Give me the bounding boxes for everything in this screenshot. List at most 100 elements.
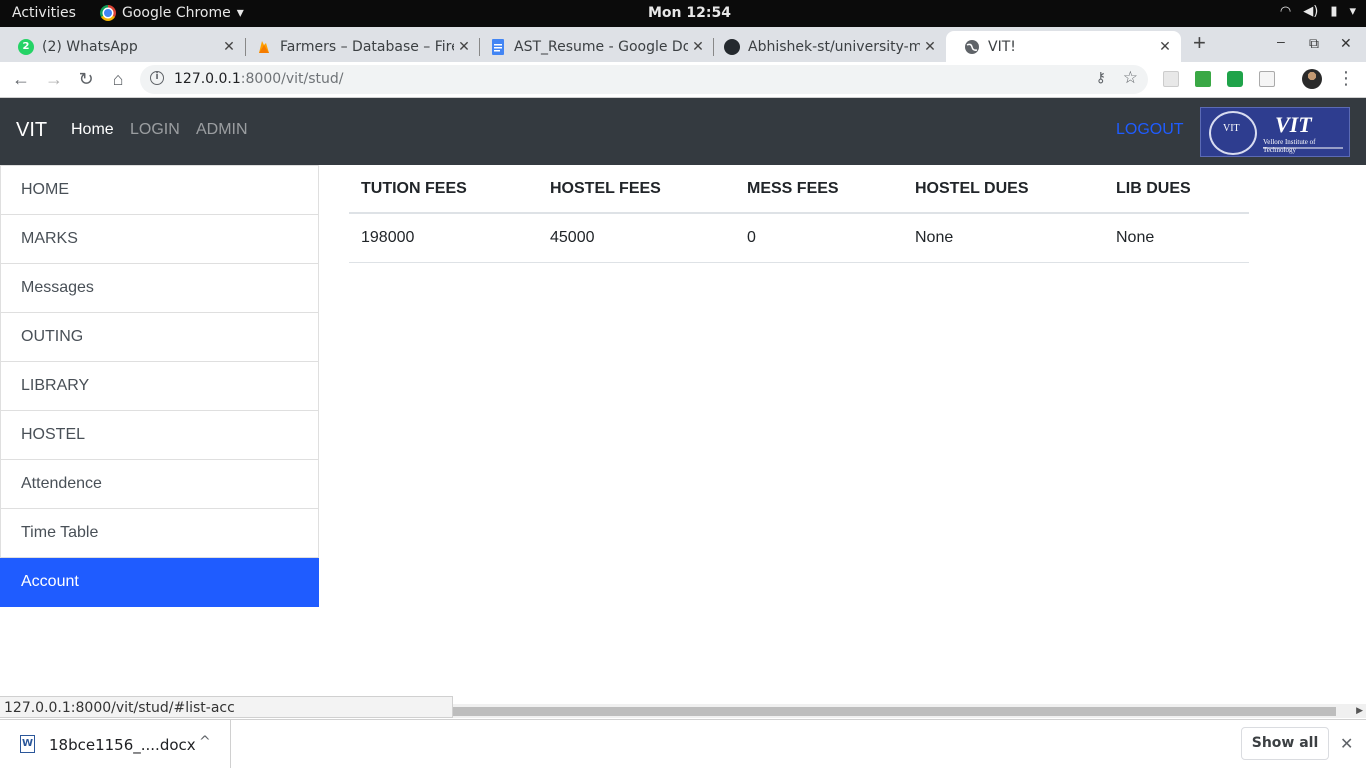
nav-admin[interactable]: ADMIN — [196, 121, 248, 139]
site-brand[interactable]: VIT — [16, 119, 47, 142]
tab-google-docs[interactable]: AST_Resume - Google Do ✕ — [472, 31, 714, 62]
tab-vit[interactable]: VIT! ✕ — [946, 31, 1181, 62]
google-docs-icon — [490, 38, 506, 55]
os-top-bar: Activities Google Chrome ▾ Mon 12:54 ◠ ◀… — [0, 0, 1366, 27]
sidebar-item-library[interactable]: LIBRARY — [0, 362, 319, 411]
logo-rule — [1263, 147, 1343, 149]
scrollbar-thumb[interactable] — [453, 707, 1336, 716]
close-icon[interactable]: ✕ — [219, 39, 239, 55]
tab-strip: 2 (2) WhatsApp ✕ Farmers – Database – Fi… — [0, 27, 1366, 62]
clock[interactable]: Mon 12:54 — [648, 5, 731, 21]
chrome-icon — [100, 5, 116, 21]
tab-title: Farmers – Database – Fire — [280, 38, 454, 55]
vit-logo: VIT Vellore Institute of Technology — [1200, 107, 1350, 157]
col-mess-fees: MESS FEES — [735, 165, 903, 214]
show-all-button[interactable]: Show all — [1241, 727, 1329, 760]
sidebar-item-messages[interactable]: Messages — [0, 264, 319, 313]
close-icon[interactable]: ✕ — [920, 39, 940, 55]
link-status-bubble: 127.0.0.1:8000/vit/stud/#list-acc — [0, 696, 453, 718]
download-item[interactable]: W 18bce1156_....docx ^ — [0, 720, 231, 768]
close-icon[interactable]: ✕ — [454, 39, 474, 55]
logo-subtext: Vellore Institute of Technology — [1263, 138, 1316, 154]
sidebar-item-attendence[interactable]: Attendence — [0, 460, 319, 509]
tab-github[interactable]: Abhishek-st/university-m ✕ — [706, 31, 946, 62]
cors-extension-icon[interactable] — [1227, 71, 1243, 87]
download-shelf: W 18bce1156_....docx ^ Show all ✕ — [0, 719, 1366, 768]
cell-hostel-fees: 45000 — [538, 213, 735, 263]
col-hostel-dues: HOSTEL DUES — [903, 165, 1104, 214]
col-tution-fees: TUTION FEES — [349, 165, 538, 214]
globe-icon — [964, 39, 980, 55]
restore-icon[interactable]: ⧉ — [1309, 35, 1319, 52]
fees-table: TUTION FEES HOSTEL FEES MESS FEES HOSTEL… — [349, 165, 1249, 263]
volume-icon: ◀) — [1303, 4, 1319, 19]
download-filename: 18bce1156_....docx — [49, 736, 196, 754]
caret-down-icon: ▾ — [236, 5, 244, 21]
extension-icon[interactable] — [1163, 71, 1179, 87]
reload-icon[interactable]: ↻ — [75, 69, 97, 90]
cell-mess-fees: 0 — [735, 213, 903, 263]
url-host: 127.0.0.1 — [174, 71, 241, 87]
back-icon[interactable]: ← — [10, 69, 32, 90]
tab-whatsapp[interactable]: 2 (2) WhatsApp ✕ — [0, 31, 245, 62]
url-path: :8000/vit/stud/ — [240, 71, 344, 87]
scroll-right-icon[interactable]: ▶ — [1356, 705, 1363, 716]
system-tray[interactable]: ◠ ◀) ▮ ▾ — [1280, 4, 1356, 19]
sidebar-item-time-table[interactable]: Time Table — [0, 509, 319, 558]
close-icon[interactable]: ✕ — [1155, 39, 1175, 55]
cell-tution-fees: 198000 — [349, 213, 538, 263]
col-lib-dues: LIB DUES — [1104, 165, 1249, 214]
col-hostel-fees: HOSTEL FEES — [538, 165, 735, 214]
table-row: 198000 45000 0 None None — [349, 213, 1249, 263]
battery-icon: ▮ — [1330, 4, 1338, 19]
chevron-up-icon[interactable]: ^ — [199, 734, 211, 750]
firebase-icon — [256, 39, 272, 55]
address-bar[interactable]: i 127.0.0.1:8000/vit/stud/ ⚷ ☆ — [140, 65, 1148, 94]
word-document-icon: W — [20, 735, 35, 753]
minimize-icon[interactable]: – — [1277, 33, 1285, 49]
close-icon[interactable]: ✕ — [688, 39, 708, 55]
vit-seal-icon — [1209, 111, 1257, 155]
sidebar-item-marks[interactable]: MARKS — [0, 215, 319, 264]
caret-down-icon: ▾ — [1349, 4, 1356, 19]
new-tab-button[interactable]: + — [1193, 30, 1206, 56]
menu-kebab-icon[interactable]: ⋮ — [1337, 68, 1355, 89]
app-menu[interactable]: Google Chrome ▾ — [100, 5, 244, 21]
account-panel: TUTION FEES HOSTEL FEES MESS FEES HOSTEL… — [349, 165, 1249, 263]
browser-toolbar: ← → ↻ ⌂ i 127.0.0.1:8000/vit/stud/ ⚷ ☆ ⋮ — [0, 62, 1366, 98]
table-header-row: TUTION FEES HOSTEL FEES MESS FEES HOSTEL… — [349, 165, 1249, 214]
nav-login[interactable]: LOGIN — [130, 121, 180, 139]
close-icon[interactable]: ✕ — [1340, 734, 1353, 753]
cell-hostel-dues: None — [903, 213, 1104, 263]
whatsapp-icon: 2 — [18, 38, 34, 55]
tab-title: Abhishek-st/university-m — [748, 38, 920, 55]
activities-button[interactable]: Activities — [12, 5, 76, 21]
tab-title: (2) WhatsApp — [42, 38, 138, 55]
window-close-icon[interactable]: ✕ — [1340, 35, 1352, 52]
bookmark-star-icon[interactable]: ☆ — [1123, 68, 1138, 88]
key-icon[interactable]: ⚷ — [1096, 70, 1106, 86]
nav-home[interactable]: Home — [71, 121, 114, 139]
address-url[interactable]: 127.0.0.1:8000/vit/stud/ — [174, 71, 344, 87]
extension-green-icon[interactable] — [1195, 71, 1211, 87]
sidebar-list: HOME MARKS Messages OUTING LIBRARY HOSTE… — [0, 165, 319, 607]
home-icon[interactable]: ⌂ — [107, 69, 129, 90]
site-navbar: VIT Home LOGIN ADMIN LOGOUT VIT Vellore … — [0, 98, 1366, 165]
sidebar-item-outing[interactable]: OUTING — [0, 313, 319, 362]
forward-icon[interactable]: → — [43, 69, 65, 90]
tab-title: VIT! — [988, 38, 1016, 55]
tab-firebase[interactable]: Farmers – Database – Fire ✕ — [238, 31, 480, 62]
info-icon[interactable]: i — [150, 71, 164, 85]
sidebar-item-home[interactable]: HOME — [0, 165, 319, 215]
sidebar-item-hostel[interactable]: HOSTEL — [0, 411, 319, 460]
cell-lib-dues: None — [1104, 213, 1249, 263]
sidebar-item-account[interactable]: Account — [0, 558, 319, 607]
logo-text: VIT — [1275, 112, 1312, 137]
github-icon — [724, 38, 740, 55]
horizontal-scrollbar[interactable]: ▶ — [453, 704, 1366, 718]
app-menu-label: Google Chrome — [122, 5, 231, 21]
document-extension-icon[interactable] — [1259, 71, 1275, 87]
wifi-icon: ◠ — [1279, 4, 1292, 19]
profile-avatar[interactable] — [1302, 69, 1322, 89]
logout-link[interactable]: LOGOUT — [1116, 121, 1184, 139]
